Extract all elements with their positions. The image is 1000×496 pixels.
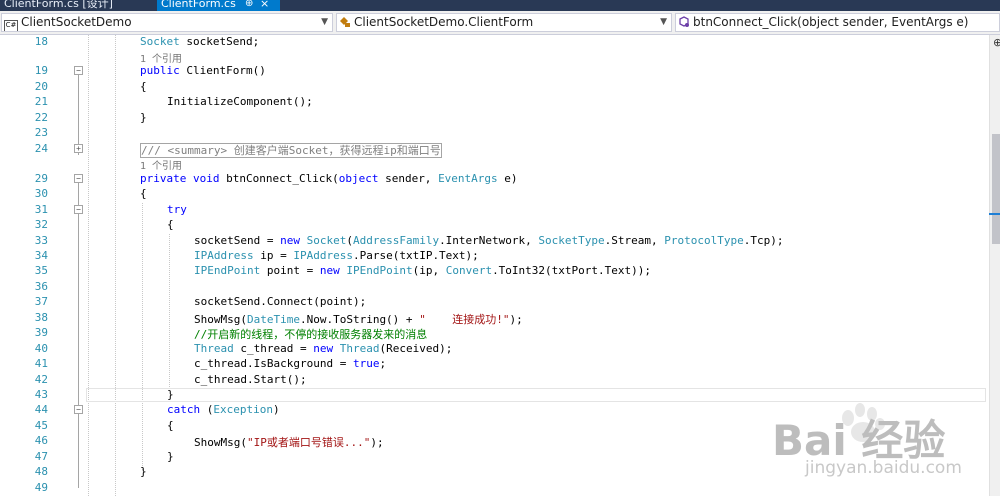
line-number: 18 [34,35,48,48]
collapse-icon[interactable]: − [74,66,83,75]
code-line: /// <summary> 创建客户端Socket，获得远程ip和端口号 [140,142,442,158]
outline-guide [78,183,79,488]
line-number: 36 [34,280,48,293]
line-number: 45 [34,419,48,432]
tab-clientform-designer[interactable]: ClientForm.cs [设计] [0,0,117,11]
code-line: Thread c_thread = new Thread(Received); [194,342,453,355]
line-number: 32 [34,218,48,231]
scrollbar-thumb[interactable] [992,134,1000,244]
collapse-icon[interactable]: − [74,174,83,183]
code-line: socketSend = new Socket(AddressFamily.In… [194,234,784,247]
line-number: 40 [34,342,48,355]
project-dropdown-value: ClientSocketDemo [21,15,132,29]
code-line: IPAddress ip = IPAddress.Parse(txtIP.Tex… [194,249,479,262]
chevron-down-icon: ▼ [660,17,667,27]
chevron-down-icon: ▼ [321,17,328,27]
indent-guide [115,35,116,496]
code-line: ShowMsg(DateTime.Now.ToString() + " 连接成功… [194,313,523,326]
project-dropdown[interactable]: C# ClientSocketDemo ▼ [1,13,333,32]
member-dropdown[interactable]: btnConnect_Click(object sender, EventArg… [675,13,1000,32]
line-number: 34 [34,249,48,262]
line-number: 35 [34,264,48,277]
caret-position-marker [989,213,1000,215]
line-number: 21 [34,95,48,108]
close-icon[interactable]: × [260,0,269,11]
code-line: catch (Exception) [167,403,280,416]
class-icon [339,16,351,28]
code-line: } [167,388,174,401]
line-number: 22 [34,111,48,124]
line-number: 47 [34,450,48,463]
line-number: 39 [34,326,48,339]
line-number: 38 [34,311,48,324]
class-dropdown[interactable]: ClientSocketDemo.ClientForm ▼ [336,13,672,32]
line-number: 43 [34,388,48,401]
code-line: c_thread.Start(); [194,373,307,386]
line-number: 37 [34,295,48,308]
line-number: 46 [34,434,48,447]
indent-guide [88,35,89,496]
indent-guide [142,203,143,470]
collapsed-summary-comment[interactable]: /// <summary> 创建客户端Socket，获得远程ip和端口号 [140,143,442,158]
tab-label: ClientForm.cs [161,0,236,10]
line-number: 20 [34,80,48,93]
code-line: } [167,450,174,463]
tab-clientform-cs[interactable]: ClientForm.cs ⊕ × [157,0,280,11]
document-tab-strip: ClientForm.cs [设计] ClientForm.cs ⊕ × [0,0,1000,11]
class-dropdown-value: ClientSocketDemo.ClientForm [354,15,534,29]
collapse-icon[interactable]: − [74,205,83,214]
line-number: 49 [34,481,48,494]
reference-count-link[interactable]: 1 个引用 [140,157,182,172]
code-line: IPEndPoint point = new IPEndPoint(ip, Co… [194,264,652,277]
code-line: InitializeComponent(); [167,95,313,108]
line-number: 33 [34,234,48,247]
code-comment: //开启新的线程，不停的接收服务器发来的消息 [194,328,428,341]
code-line: } [140,465,147,478]
code-line: c_thread.IsBackground = true; [194,357,387,370]
code-line: public ClientForm() [140,64,266,77]
method-icon [678,16,690,28]
member-dropdown-value: btnConnect_Click(object sender, EventArg… [693,15,969,29]
indent-guide [169,234,170,389]
vertical-scrollbar[interactable] [989,35,1000,496]
line-number: 42 [34,373,48,386]
line-number: 29 [34,172,48,185]
collapse-icon[interactable]: − [74,405,83,414]
csharp-project-icon: C# [4,20,18,31]
code-line: private void btnConnect_Click(object sen… [140,172,518,185]
line-number: 19 [34,64,48,77]
watermark-url: jingyan.baidu.com [805,458,962,478]
expand-icon[interactable]: + [74,144,83,153]
code-line: try [167,203,187,216]
outline-guide [78,75,79,155]
code-line: { [167,419,174,432]
line-number: 24 [34,142,48,155]
code-line: Socket socketSend; [140,35,260,48]
code-line: } [140,111,147,124]
pin-icon[interactable]: ⊕ [245,0,253,11]
line-number: 23 [34,126,48,139]
code-line: socketSend.Connect(point); [194,295,367,308]
navigation-bar: C# ClientSocketDemo ▼ ClientSocketDemo.Cl… [0,11,1000,35]
reference-count-link[interactable]: 1 个引用 [140,50,182,65]
code-line: ShowMsg("IP或者端口号错误..."); [194,436,384,449]
line-number: 41 [34,357,48,370]
line-number: 44 [34,403,48,416]
code-line: { [140,80,147,93]
code-line: { [167,218,174,231]
split-window-icon[interactable]: ⊕ [993,36,1000,49]
line-number: 30 [34,187,48,200]
code-line: { [140,187,147,200]
line-number: 48 [34,465,48,478]
line-number: 31 [34,203,48,216]
